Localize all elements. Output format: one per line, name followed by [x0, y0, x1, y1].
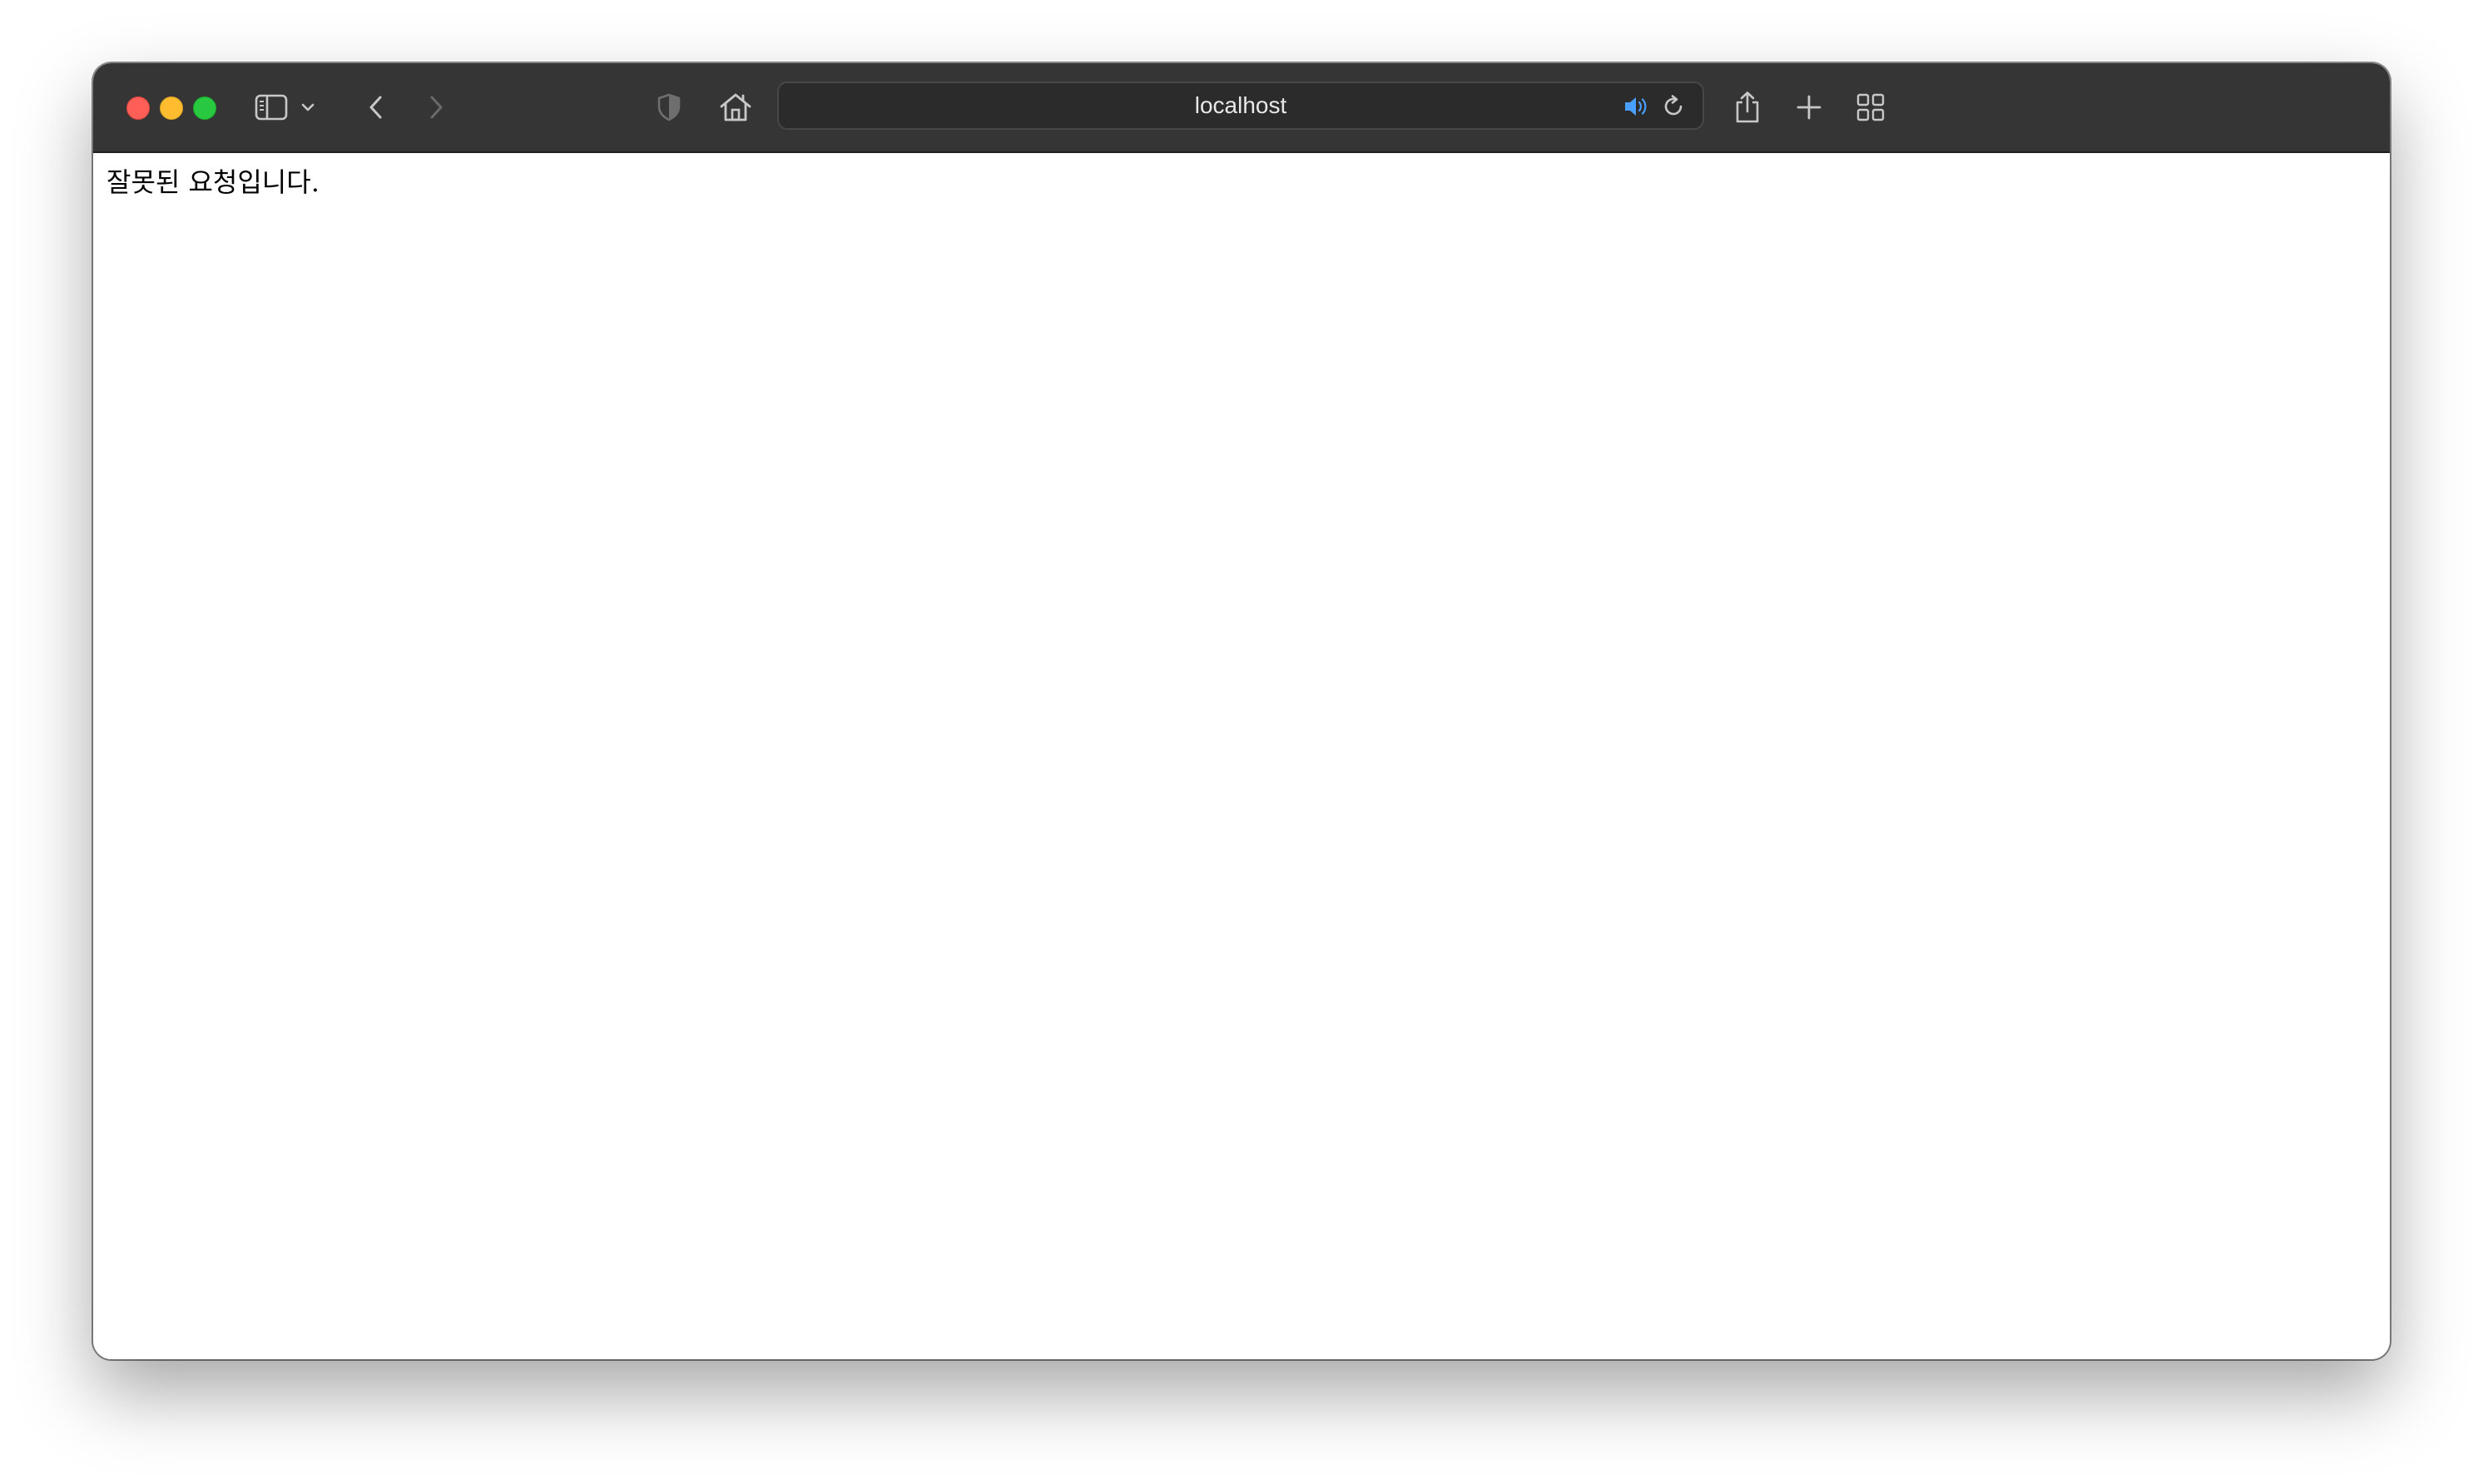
new-tab-button[interactable] — [1791, 88, 1827, 126]
chevron-down-icon — [301, 103, 315, 111]
plus-icon — [1797, 95, 1821, 120]
chevron-left-icon — [369, 96, 382, 119]
back-button[interactable] — [359, 88, 393, 126]
grid-icon — [1856, 93, 1885, 121]
zoom-window-button[interactable] — [193, 96, 216, 120]
reload-button[interactable] — [1661, 94, 1686, 119]
sidebar-icon — [255, 94, 288, 121]
sidebar-toggle-button[interactable] — [253, 88, 290, 126]
close-window-button[interactable] — [126, 96, 150, 120]
browser-window: localhost 잘못된 요청입니다. — [93, 63, 2390, 1359]
error-message: 잘못된 요청입니다. — [107, 166, 320, 198]
home-icon — [720, 93, 751, 121]
shield-icon — [657, 93, 681, 121]
home-button[interactable] — [716, 88, 756, 126]
audio-toggle-button[interactable] — [1623, 94, 1648, 119]
privacy-report-button[interactable] — [652, 88, 686, 126]
minimize-window-button[interactable] — [160, 96, 183, 120]
reload-icon — [1664, 95, 1683, 116]
sidebar-menu-button[interactable] — [298, 88, 318, 126]
address-bar[interactable]: localhost — [777, 82, 1704, 130]
tab-overview-button[interactable] — [1852, 88, 1889, 126]
browser-toolbar: localhost — [93, 63, 2390, 153]
speaker-icon — [1625, 97, 1647, 116]
chevron-right-icon — [430, 96, 443, 119]
address-bar-url: localhost — [1194, 92, 1287, 118]
page-content: 잘못된 요청입니다. — [93, 153, 2390, 1359]
share-icon — [1736, 92, 1759, 123]
forward-button[interactable] — [419, 88, 453, 126]
share-button[interactable] — [1729, 88, 1766, 126]
